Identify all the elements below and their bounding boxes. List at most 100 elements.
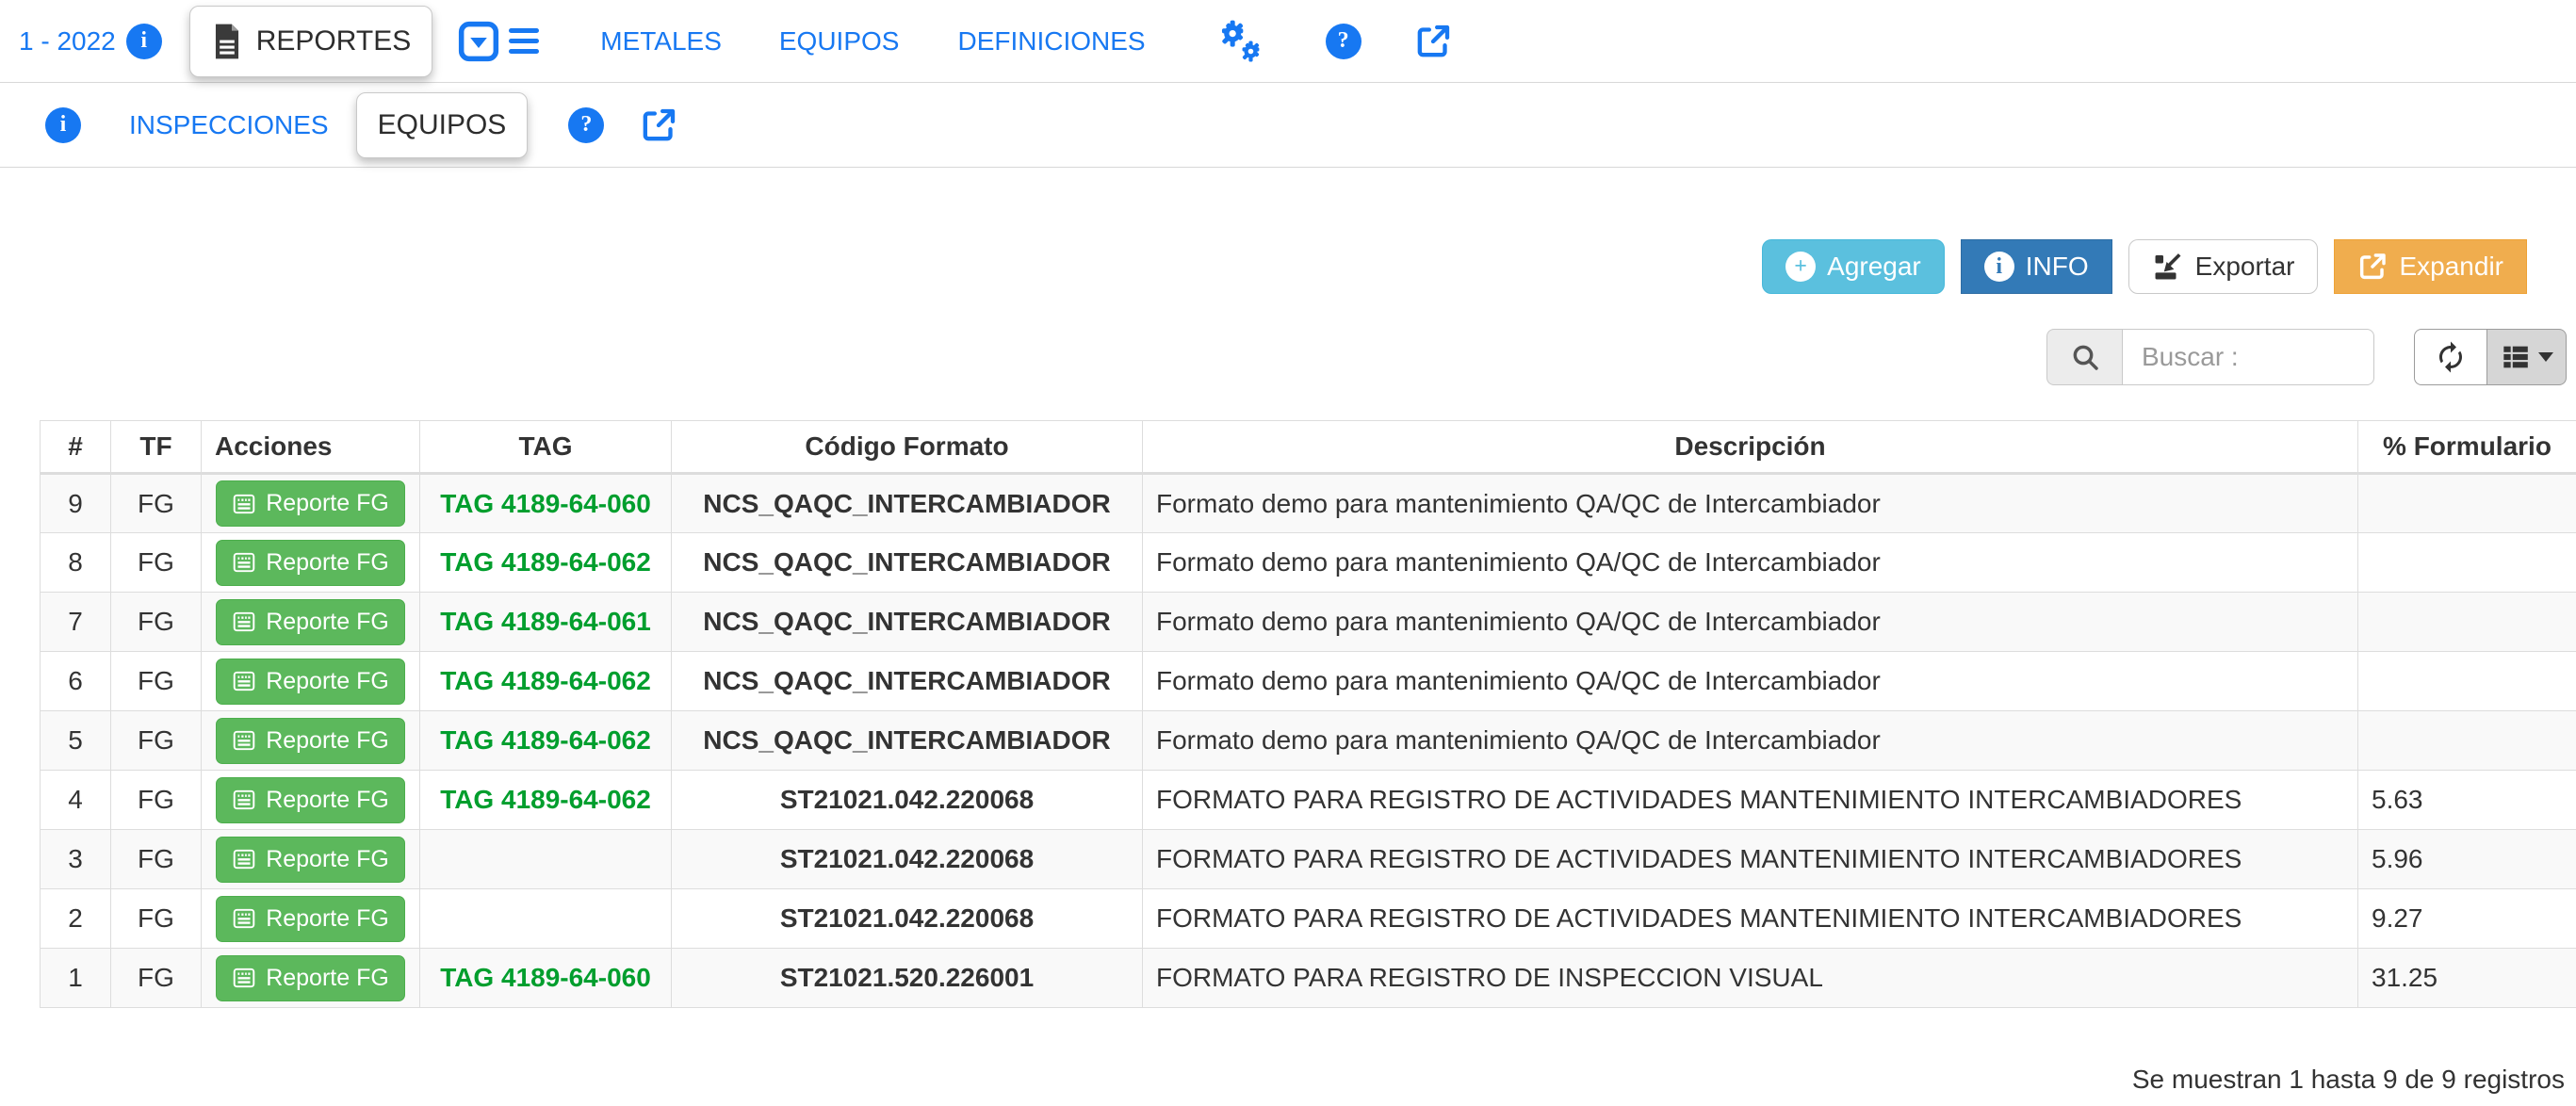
table-header-row: # TF Acciones TAG Código Formato Descrip…	[41, 421, 2576, 474]
report-list-icon	[232, 550, 256, 575]
tf-cell: FG	[111, 593, 202, 652]
table-row: 2 FG Reporte FG ST21021.042.220068 FORMA…	[41, 889, 2576, 949]
pct-formulario-cell: 9.27	[2358, 889, 2576, 949]
table-row: 6 FG Reporte FG TAG 4189-64-062 NCS_QAQC…	[41, 652, 2576, 711]
info-icon[interactable]: i	[126, 24, 162, 59]
tab-metales[interactable]: METALES	[600, 26, 722, 57]
subnav-external-link-icon[interactable]	[640, 106, 677, 144]
caret-square-icon	[458, 21, 499, 62]
subtab-equipos-label: EQUIPOS	[378, 109, 507, 141]
table-row: 8 FG Reporte FG TAG 4189-64-062 NCS_QAQC…	[41, 533, 2576, 593]
descripcion-cell: Formato demo para mantenimiento QA/QC de…	[1143, 711, 2358, 771]
report-list-icon	[232, 788, 256, 812]
export-download-icon	[2152, 251, 2184, 283]
report-list-icon	[232, 728, 256, 753]
tab-reportes[interactable]: REPORTES	[189, 6, 433, 77]
table-row: 4 FG Reporte FG TAG 4189-64-062 ST21021.…	[41, 771, 2576, 830]
tag-cell	[420, 889, 672, 949]
subnav-info-icon[interactable]: i	[45, 107, 81, 143]
agregar-button[interactable]: + Agregar	[1762, 239, 1945, 294]
app-page: 1 - 2022 i REPORTES METALES EQUIPOS DEFI…	[0, 0, 2576, 1106]
search-addon	[2046, 329, 2122, 385]
codigo-formato-cell: ST21021.042.220068	[672, 830, 1143, 889]
codigo-formato-cell: NCS_QAQC_INTERCAMBIADOR	[672, 593, 1143, 652]
tf-cell: FG	[111, 652, 202, 711]
expand-external-icon	[2357, 252, 2388, 282]
exportar-button[interactable]: Exportar	[2128, 239, 2319, 294]
descripcion-cell: Formato demo para mantenimiento QA/QC de…	[1143, 474, 2358, 533]
subnav-help-icon[interactable]: ?	[568, 107, 604, 143]
acciones-cell: Reporte FG	[202, 593, 420, 652]
info-button[interactable]: i INFO	[1961, 239, 2112, 294]
tag-cell: TAG 4189-64-060	[420, 474, 672, 533]
table-row: 5 FG Reporte FG TAG 4189-64-062 NCS_QAQC…	[41, 711, 2576, 771]
reporte-fg-button[interactable]: Reporte FG	[216, 777, 405, 823]
reporte-fg-button[interactable]: Reporte FG	[216, 718, 405, 764]
codigo-formato-cell: ST21021.042.220068	[672, 771, 1143, 830]
reporte-fg-button[interactable]: Reporte FG	[216, 480, 405, 527]
plus-circle-icon: +	[1785, 252, 1816, 282]
row-number-cell: 9	[41, 474, 111, 533]
pct-formulario-cell: 5.63	[2358, 771, 2576, 830]
settings-gears-icon[interactable]	[1214, 18, 1266, 65]
refresh-button[interactable]	[2414, 329, 2486, 385]
expandir-button[interactable]: Expandir	[2334, 239, 2527, 294]
reporte-fg-label: Reporte FG	[266, 727, 389, 755]
acciones-cell: Reporte FG	[202, 830, 420, 889]
tag-cell: TAG 4189-64-062	[420, 533, 672, 593]
reporte-fg-button[interactable]: Reporte FG	[216, 659, 405, 705]
external-link-icon[interactable]	[1414, 23, 1452, 60]
reporte-fg-button[interactable]: Reporte FG	[216, 599, 405, 645]
reporte-fg-button[interactable]: Reporte FG	[216, 837, 405, 883]
reporte-fg-label: Reporte FG	[266, 668, 389, 695]
pct-formulario-cell	[2358, 474, 2576, 533]
help-icon[interactable]: ?	[1326, 24, 1361, 59]
pct-formulario-cell: 5.96	[2358, 830, 2576, 889]
info-circle-icon: i	[1984, 252, 2014, 282]
codigo-formato-cell: NCS_QAQC_INTERCAMBIADOR	[672, 711, 1143, 771]
acciones-cell: Reporte FG	[202, 949, 420, 1008]
col-pct-formulario: % Formulario	[2358, 421, 2576, 474]
row-number-cell: 4	[41, 771, 111, 830]
tab-definiciones[interactable]: DEFINICIONES	[957, 26, 1145, 57]
acciones-cell: Reporte FG	[202, 889, 420, 949]
grid-buttons	[2414, 329, 2567, 385]
subtab-equipos[interactable]: EQUIPOS	[356, 92, 529, 158]
tag-cell: TAG 4189-64-062	[420, 652, 672, 711]
subtab-inspecciones[interactable]: INSPECCIONES	[129, 110, 329, 140]
reporte-fg-label: Reporte FG	[266, 846, 389, 873]
dropdown-menu-icon[interactable]	[458, 21, 539, 62]
col-num: #	[41, 421, 111, 474]
report-list-icon	[232, 906, 256, 931]
tag-cell: TAG 4189-64-062	[420, 771, 672, 830]
col-acciones: Acciones	[202, 421, 420, 474]
descripcion-cell: Formato demo para mantenimiento QA/QC de…	[1143, 533, 2358, 593]
codigo-formato-cell: ST21021.042.220068	[672, 889, 1143, 949]
expandir-label: Expandir	[2399, 252, 2503, 282]
tab-equipos[interactable]: EQUIPOS	[779, 26, 900, 57]
period-link[interactable]: 1 - 2022	[19, 26, 116, 57]
codigo-formato-cell: ST21021.520.226001	[672, 949, 1143, 1008]
refresh-icon	[2434, 340, 2468, 374]
report-list-icon	[232, 847, 256, 871]
codigo-formato-cell: NCS_QAQC_INTERCAMBIADOR	[672, 652, 1143, 711]
row-number-cell: 2	[41, 889, 111, 949]
reporte-fg-button[interactable]: Reporte FG	[216, 896, 405, 942]
reporte-fg-button[interactable]: Reporte FG	[216, 540, 405, 586]
descripcion-cell: FORMATO PARA REGISTRO DE ACTIVIDADES MAN…	[1143, 889, 2358, 949]
row-number-cell: 3	[41, 830, 111, 889]
descripcion-cell: FORMATO PARA REGISTRO DE ACTIVIDADES MAN…	[1143, 771, 2358, 830]
reporte-fg-button[interactable]: Reporte FG	[216, 955, 405, 1001]
search-input[interactable]	[2122, 329, 2374, 385]
tf-cell: FG	[111, 949, 202, 1008]
row-number-cell: 5	[41, 711, 111, 771]
tf-cell: FG	[111, 771, 202, 830]
hamburger-icon	[509, 28, 539, 54]
table-row: 3 FG Reporte FG ST21021.042.220068 FORMA…	[41, 830, 2576, 889]
columns-dropdown-button[interactable]	[2486, 329, 2567, 385]
row-number-cell: 6	[41, 652, 111, 711]
report-list-icon	[232, 610, 256, 634]
tf-cell: FG	[111, 533, 202, 593]
table-row: 1 FG Reporte FG TAG 4189-64-060 ST21021.…	[41, 949, 2576, 1008]
exportar-label: Exportar	[2195, 252, 2295, 282]
